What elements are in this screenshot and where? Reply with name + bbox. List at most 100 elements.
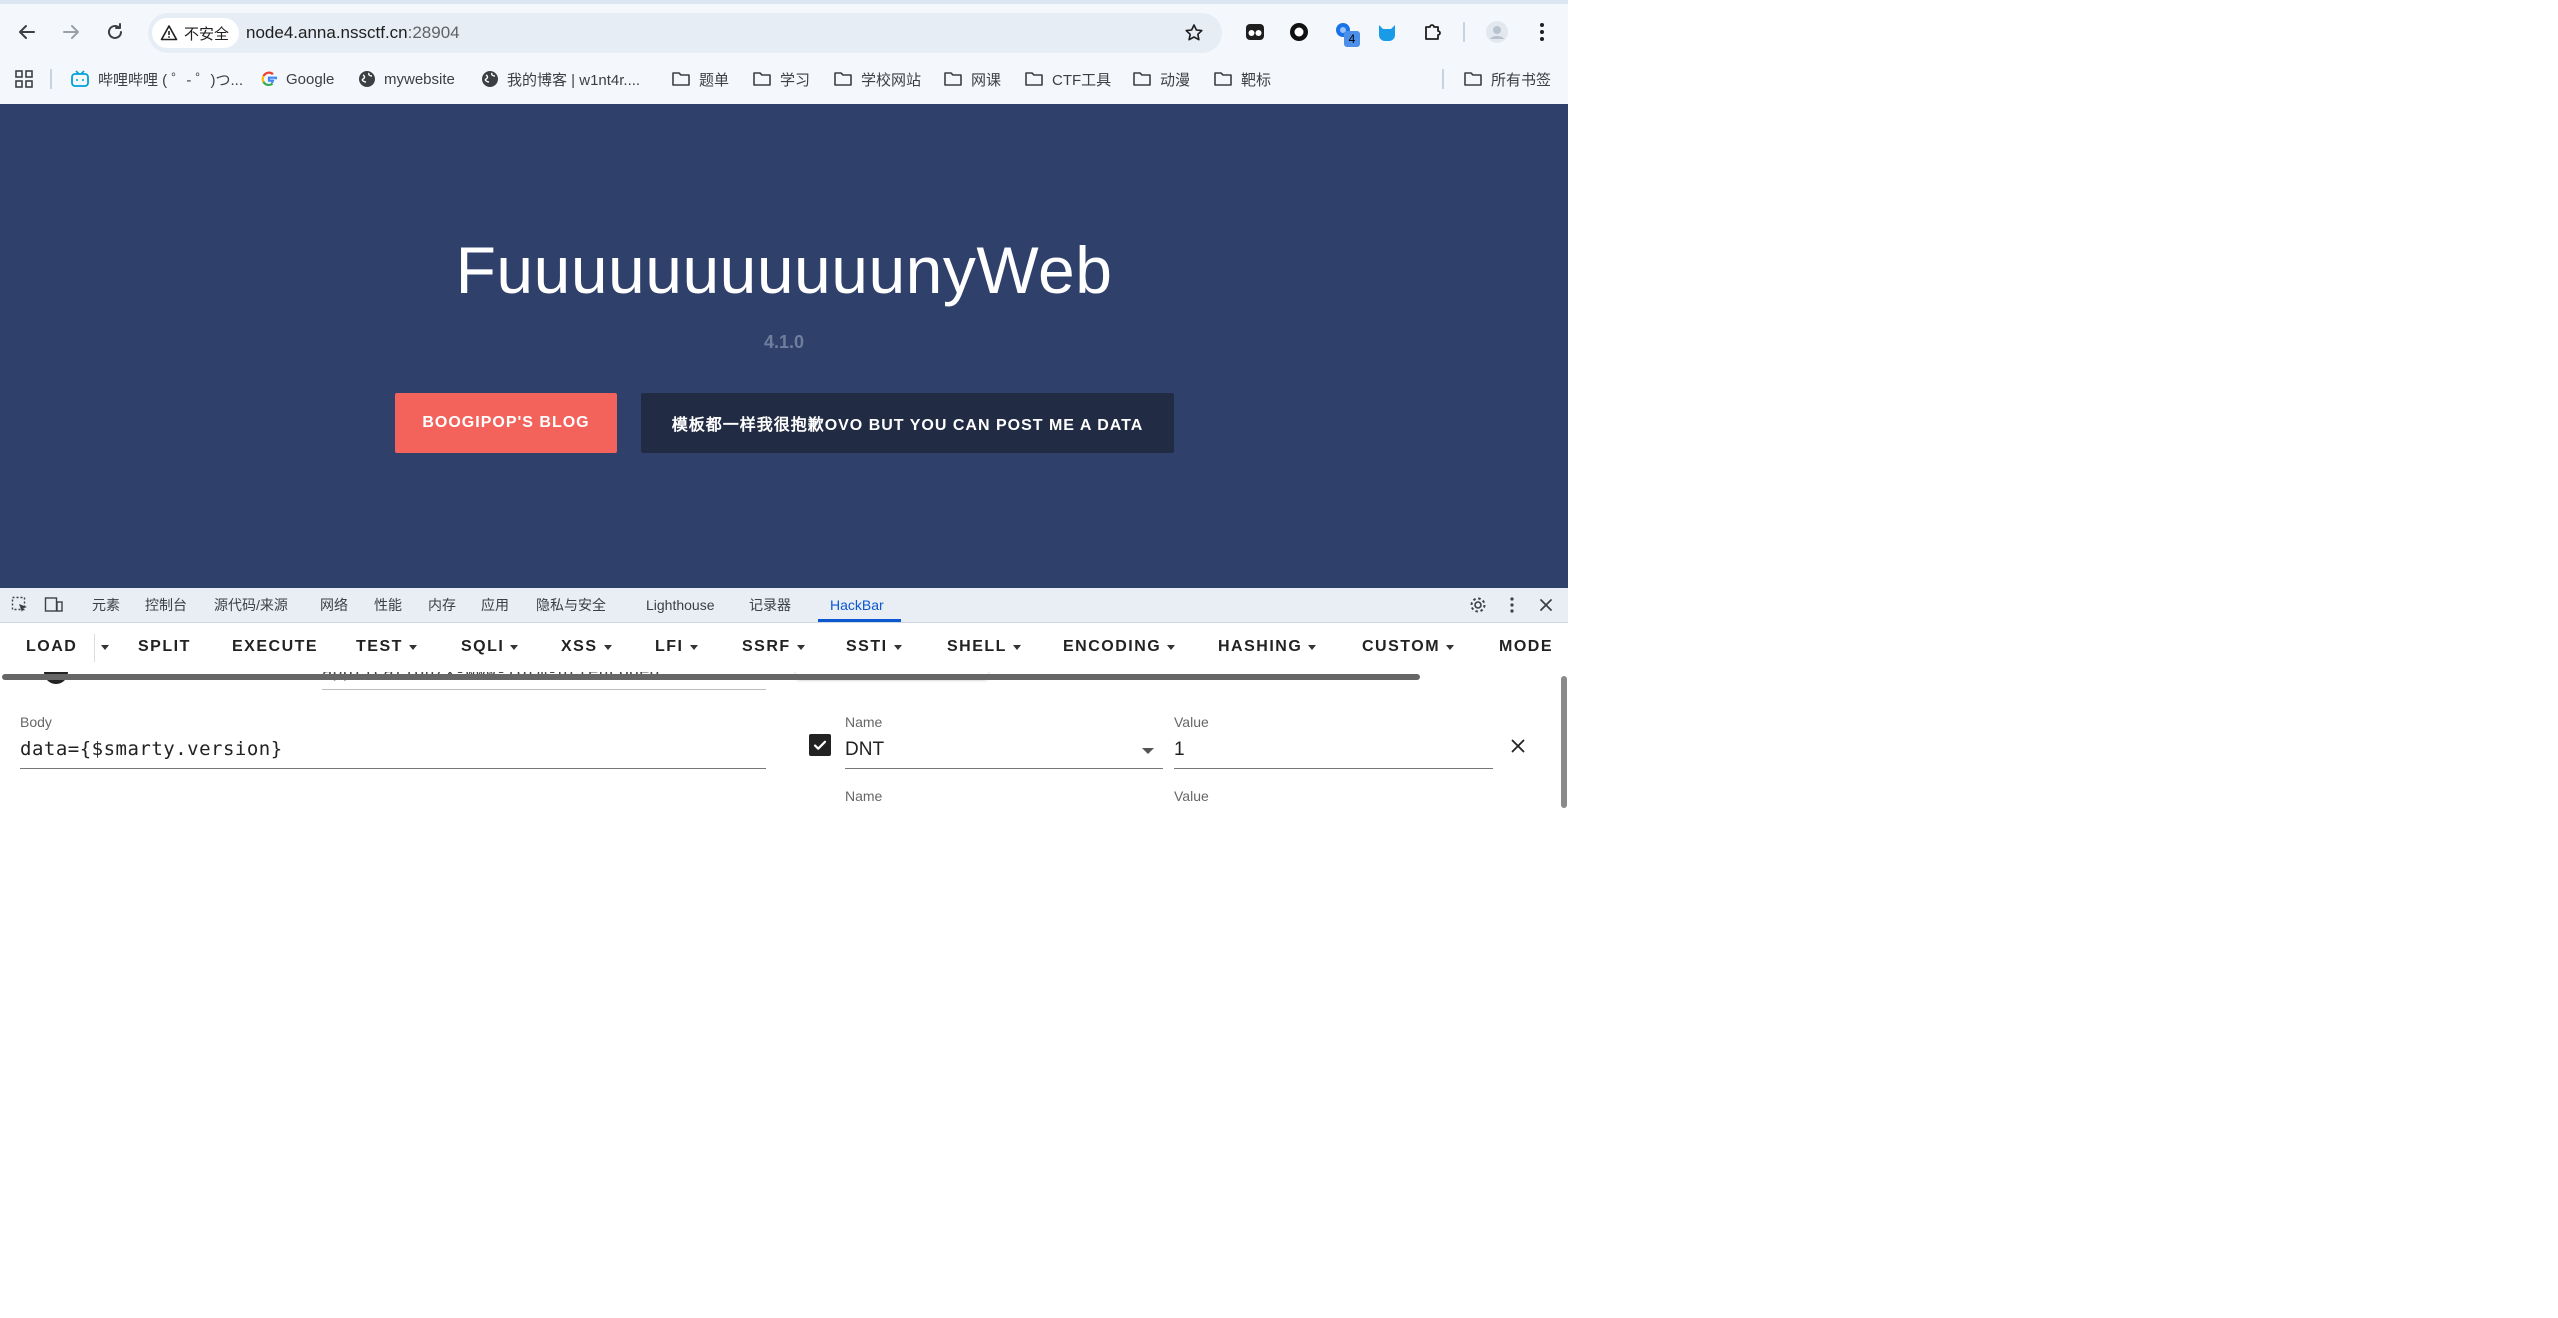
chevron-down-icon [1446,644,1455,650]
devtools-close-button[interactable] [1536,595,1556,615]
inspect-element-button[interactable] [10,595,30,615]
bookmark-star-button[interactable] [1182,21,1206,45]
hackbar-hashing-menu[interactable]: HASHING [1218,623,1317,671]
hackbar-custom-menu[interactable]: CUSTOM [1362,623,1455,671]
hackbar-menu-label: SSTI [846,638,888,655]
avatar-icon [1486,21,1508,43]
hackbar-load-dropdown[interactable] [101,623,109,671]
all-bookmarks-button[interactable]: 所有书签 [1463,62,1551,96]
hackbar-ssrf-menu[interactable]: SSRF [742,623,805,671]
hackbar-menu-label: EXECUTE [232,638,319,655]
post-data-button[interactable]: 模板都一样我很抱歉OVO BUT YOU CAN POST ME A DATA [641,393,1174,453]
security-label: 不安全 [184,25,230,43]
header-name-dropdown[interactable] [1142,748,1154,754]
page-title: FuuuuuuuuuuunyWeb [455,233,1113,307]
tab-network[interactable]: 网络 [320,588,348,622]
address-bar[interactable]: 不安全 node4.anna.nssctf.cn:28904 [148,13,1222,53]
remove-header-button[interactable] [1508,736,1528,756]
browser-menu-button[interactable] [1528,18,1556,46]
hackbar-load-button[interactable]: LOAD [26,623,77,671]
bookmark-folder-targets[interactable]: 靶标 [1213,62,1271,96]
hackbar-shell-menu[interactable]: SHELL [947,623,1021,671]
tab-performance[interactable]: 性能 [374,588,402,622]
glasses-icon [1246,24,1264,40]
bookmark-label: 学校网站 [861,71,922,89]
extension-glasses[interactable] [1241,18,1269,46]
bookmark-label: mywebsite [384,70,455,88]
chevron-down-icon [1012,644,1021,650]
tab-recorder[interactable]: 记录器 [749,588,791,622]
version-label: 4.1.0 [763,332,805,352]
bookmark-folder-courses[interactable]: 网课 [943,62,1001,96]
hackbar-menu-label: MODE [1499,638,1553,655]
tab-elements[interactable]: 元素 [92,588,120,622]
security-chip[interactable]: 不安全 [152,18,240,48]
extension-gear-badge[interactable]: 4 [1331,18,1360,47]
all-bookmarks-label: 所有书签 [1491,71,1552,89]
hackbar-toolbar: LOAD SPLIT EXECUTE TEST SQLI XSS LFI SSR… [0,623,1568,671]
chevron-down-icon [689,644,698,650]
bookmark-bilibili[interactable]: 哔哩哔哩 ( ゜- ゜)つ... [70,62,243,96]
tab-sources[interactable]: 源代码/来源 [214,588,288,622]
bookmark-folder-school[interactable]: 学校网站 [833,62,921,96]
blog-button[interactable]: BOOGIPOP'S BLOG [395,393,617,453]
devtools-tab-bar: 元素 控制台 源代码/来源 网络 性能 内存 应用 隐私与安全 Lighthou… [0,588,1568,623]
checkmark-icon [813,740,827,750]
header-name-select[interactable]: DNT [845,739,884,761]
body-input[interactable]: data={$smarty.version} [20,738,283,760]
extension-cat[interactable] [1373,18,1401,46]
hackbar-execute-button[interactable]: EXECUTE [232,623,318,671]
horizontal-scrollbar[interactable] [2,674,1420,680]
kebab-menu-icon [1540,23,1544,41]
field-underline [322,689,766,690]
bookmark-label: CTF工具 [1052,71,1112,89]
toolbar-divider [1463,22,1465,42]
devtools-menu-button[interactable] [1502,595,1522,615]
hackbar-sqli-menu[interactable]: SQLI [461,623,519,671]
bookmark-blog[interactable]: 我的博客 | w1nt4r.... [481,62,640,96]
bookmark-label: 我的博客 | w1nt4r.... [507,71,641,89]
devtools-settings-button[interactable] [1468,595,1488,615]
bookmark-folder-tidan[interactable]: 题单 [671,62,729,96]
hackbar-ssti-menu[interactable]: SSTI [846,623,902,671]
bookmark-google[interactable]: Google [260,62,334,96]
bookmark-folder-study[interactable]: 学习 [752,62,810,96]
bookmark-mywebsite[interactable]: mywebsite [358,62,455,96]
header-name-label: Name [845,714,883,730]
header-value-input[interactable]: 1 [1174,739,1185,761]
hackbar-menu-label: CUSTOM [1362,638,1441,655]
header-enabled-checkbox[interactable] [809,734,831,756]
extension-circle[interactable] [1285,18,1313,46]
hackbar-menu-label: SSRF [742,638,791,655]
devtools-panel: 元素 控制台 源代码/来源 网络 性能 内存 应用 隐私与安全 Lighthou… [0,588,1568,808]
bookmark-label: 哔哩哔哩 ( ゜- ゜)つ... [98,71,243,89]
profile-button[interactable] [1483,18,1511,46]
tab-application[interactable]: 应用 [481,588,509,622]
url-text[interactable]: node4.anna.nssctf.cn:28904 [246,23,460,43]
back-button[interactable] [13,18,41,46]
extension-badge: 4 [1344,31,1360,47]
tab-memory[interactable]: 内存 [428,588,456,622]
tab-console[interactable]: 控制台 [145,588,187,622]
hackbar-lfi-menu[interactable]: LFI [655,623,698,671]
close-icon [1540,599,1552,611]
hackbar-xss-menu[interactable]: XSS [561,623,612,671]
hackbar-split-button[interactable]: SPLIT [138,623,191,671]
folder-icon [1025,72,1043,86]
hackbar-mode-menu[interactable]: MODE [1499,623,1553,671]
apps-button[interactable] [14,62,34,96]
reload-button[interactable] [101,18,129,46]
bookmark-folder-anime[interactable]: 动漫 [1132,62,1190,96]
header-name-underline [845,768,1163,769]
tab-lighthouse[interactable]: Lighthouse [646,588,715,622]
bookmark-folder-ctf-tools[interactable]: CTF工具 [1024,62,1111,96]
vertical-scrollbar[interactable] [1561,676,1567,808]
tab-privacy-security[interactable]: 隐私与安全 [536,588,606,622]
extensions-button[interactable] [1419,18,1447,46]
device-toolbar-button[interactable] [44,595,64,615]
hackbar-encoding-menu[interactable]: ENCODING [1063,623,1176,671]
hackbar-test-menu[interactable]: TEST [356,623,417,671]
forward-button[interactable] [57,18,85,46]
tab-hackbar[interactable]: HackBar [830,588,884,622]
folder-icon [834,72,852,86]
